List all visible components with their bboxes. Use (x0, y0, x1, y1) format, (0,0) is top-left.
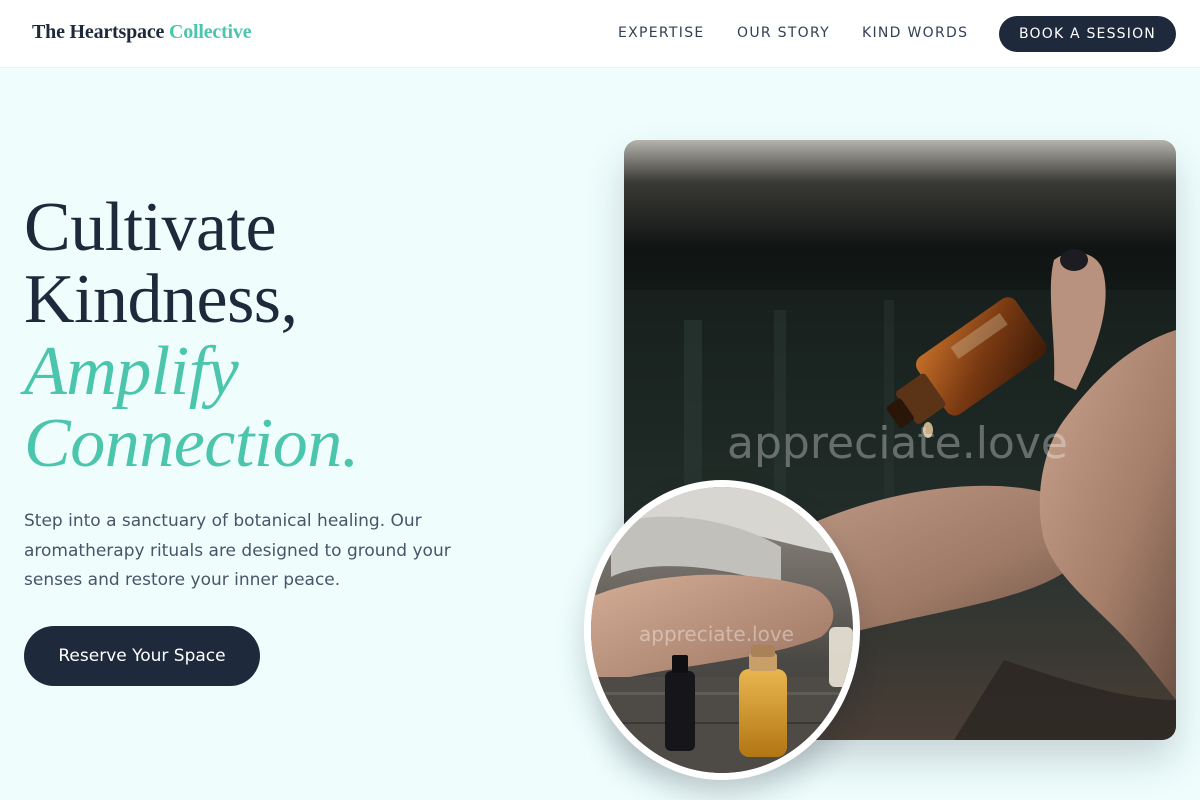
headline-line-2: Kindness, (24, 261, 298, 338)
photo-watermark: appreciate.love (727, 418, 1068, 469)
nav-link-expertise[interactable]: EXPERTISE (618, 25, 705, 41)
nav-link-our-story[interactable]: OUR STORY (737, 25, 830, 41)
brand-name: The Heartspace (32, 21, 165, 43)
inset-photo-watermark: appreciate.love (639, 622, 794, 646)
nav-link-kind-words[interactable]: KIND WORDS (862, 25, 968, 41)
headline-line-3: Amplify (24, 333, 239, 410)
reserve-space-button[interactable]: Reserve Your Space (24, 626, 260, 686)
hero-headline: Cultivate Kindness, Amplify Connection. (24, 192, 359, 480)
brand-name-accent: Collective (168, 21, 252, 43)
hero-description: Step into a sanctuary of botanical heali… (24, 511, 451, 590)
brand-logo[interactable]: The Heartspace Collective (32, 21, 252, 44)
site-header: The Heartspace Collective EXPERTISE OUR … (0, 0, 1200, 68)
book-session-button[interactable]: BOOK A SESSION (999, 16, 1176, 52)
headline-line-4: Connection. (24, 405, 359, 482)
headline-line-1: Cultivate (24, 189, 277, 266)
oil-bottles-photo: appreciate.love (584, 480, 860, 780)
